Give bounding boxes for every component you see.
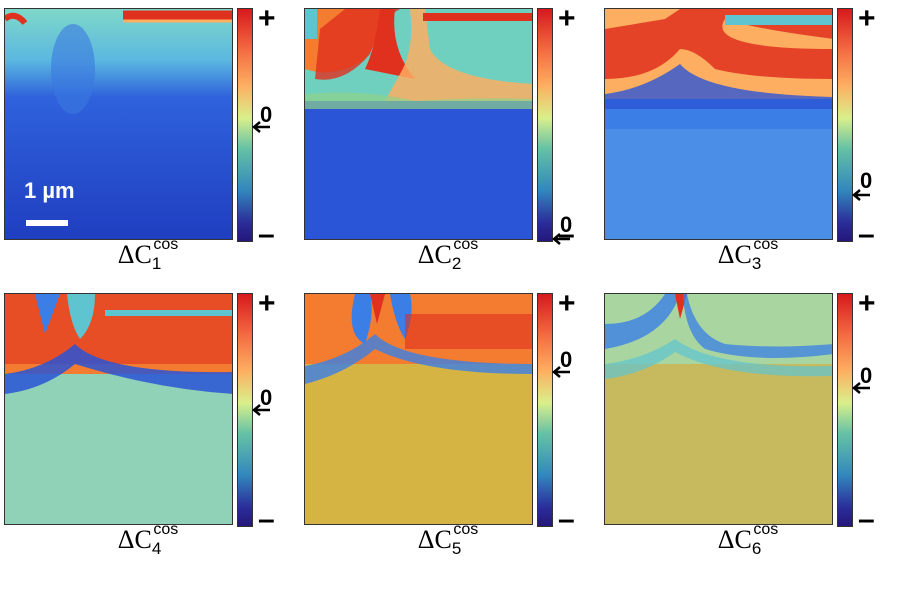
map-image-6 <box>604 293 833 525</box>
map-image-2 <box>304 8 533 240</box>
panel-label-5: ΔC5cos <box>417 521 479 559</box>
panel-4: + – 0 ΔC4cos <box>0 285 296 570</box>
zero-arrow-icon <box>552 366 570 378</box>
zero-arrow-icon <box>852 189 870 201</box>
colorbar-3 <box>837 8 853 242</box>
colorbar-max-label: + <box>558 2 576 35</box>
colorbar-max-label: + <box>258 287 276 320</box>
zero-arrow-icon <box>852 382 870 394</box>
map-image-4 <box>4 293 233 525</box>
panel-6: + – 0 ΔC6cos <box>600 285 896 570</box>
colorbar-5 <box>537 293 553 527</box>
zero-arrow-icon <box>252 121 270 133</box>
panel-label-1: ΔC1cos <box>117 236 179 274</box>
panel-1: 1 µm + – 0 ΔC1cos <box>0 0 296 285</box>
panel-label-6: ΔC6cos <box>717 521 779 559</box>
colorbar-6 <box>837 293 853 527</box>
colorbar-max-label: + <box>258 2 276 35</box>
panel-5: + – 0 ΔC5cos <box>300 285 596 570</box>
map-image-5 <box>304 293 533 525</box>
zero-arrow-icon <box>252 404 270 416</box>
scale-bar-label: 1 µm <box>24 178 75 203</box>
colorbar-max-label: + <box>858 287 876 320</box>
map-image-1 <box>4 8 233 240</box>
panel-label-2: ΔC2cos <box>417 236 479 274</box>
panel-label-3: ΔC3cos <box>717 236 779 274</box>
colorbar-max-label: + <box>558 287 576 320</box>
panel-3: + – 0 ΔC3cos <box>600 0 896 285</box>
scale-bar <box>26 220 68 226</box>
map-image-3 <box>604 8 833 240</box>
panel-2: + – 0 ΔC2cos <box>300 0 596 285</box>
colorbar-max-label: + <box>858 2 876 35</box>
panel-label-4: ΔC4cos <box>117 521 179 559</box>
colorbar-2 <box>537 8 553 242</box>
